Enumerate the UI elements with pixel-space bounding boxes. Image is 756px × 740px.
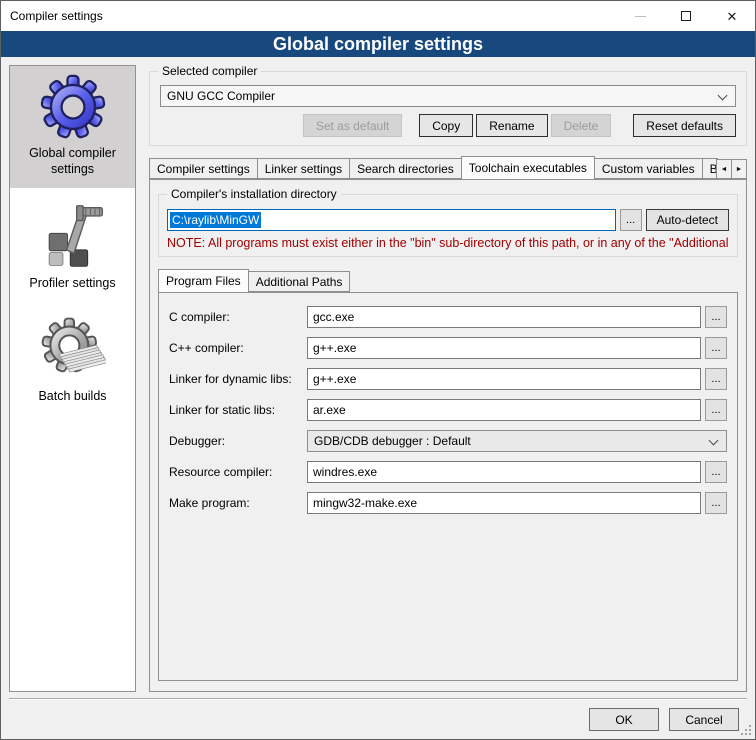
maximize-button[interactable]	[663, 1, 709, 31]
field-label: C compiler:	[169, 310, 307, 324]
chevron-down-icon	[709, 436, 719, 446]
installation-directory-row: C:\raylib\MinGW ... Auto-detect	[167, 209, 729, 231]
arrow-left-icon: ◄	[721, 166, 728, 173]
dialog-footer: OK Cancel	[1, 692, 755, 739]
program-files-page: C compiler: ... C++ compiler: ... Linker…	[158, 292, 738, 681]
compiler-combobox-value: GNU GCC Compiler	[167, 89, 275, 103]
toolchain-executables-page: Compiler's installation directory C:\ray…	[149, 179, 747, 692]
blue-gear-icon	[40, 74, 106, 140]
sidebar-item-label: Profiler settings	[29, 275, 115, 291]
debugger-combobox-value: GDB/CDB debugger : Default	[314, 434, 471, 448]
window-title: Compiler settings	[1, 9, 617, 23]
page-title: Global compiler settings	[273, 34, 483, 55]
ok-button[interactable]: OK	[589, 708, 659, 731]
caliper-icon	[40, 204, 106, 270]
close-icon: ✕	[727, 10, 738, 23]
form-row-c-compiler: C compiler: ...	[169, 306, 727, 328]
static-linker-input[interactable]	[307, 399, 701, 421]
compiler-combobox[interactable]: GNU GCC Compiler	[160, 85, 736, 107]
settings-tabstrip: Compiler settings Linker settings Search…	[149, 156, 747, 179]
c-compiler-input[interactable]	[307, 306, 701, 328]
field-label: Linker for dynamic libs:	[169, 372, 307, 386]
form-row-debugger: Debugger: GDB/CDB debugger : Default	[169, 430, 727, 452]
selected-path-text: C:\raylib\MinGW	[170, 212, 261, 228]
tab-search-directories[interactable]: Search directories	[349, 158, 462, 179]
field-label: Make program:	[169, 496, 307, 510]
reset-defaults-button[interactable]: Reset defaults	[633, 114, 736, 137]
auto-detect-button[interactable]: Auto-detect	[646, 209, 729, 231]
arrow-right-icon: ►	[736, 166, 743, 173]
field-label: C++ compiler:	[169, 341, 307, 355]
group-legend: Compiler's installation directory	[167, 187, 341, 201]
tab-scroll-right-button[interactable]: ►	[731, 159, 747, 179]
set-as-default-button: Set as default	[303, 114, 402, 137]
sidebar-item-profiler-settings[interactable]: Profiler settings	[10, 196, 135, 301]
settings-sidebar: Global compiler settings Profiler settin…	[9, 65, 136, 692]
browse-make-program-button[interactable]: ...	[705, 492, 727, 514]
tab-linker-settings[interactable]: Linker settings	[257, 158, 350, 179]
resize-grip[interactable]	[741, 725, 751, 735]
minimize-icon	[635, 16, 646, 17]
group-legend: Selected compiler	[158, 64, 261, 78]
installation-directory-input[interactable]: C:\raylib\MinGW	[167, 209, 616, 231]
form-row-cpp-compiler: C++ compiler: ...	[169, 337, 727, 359]
selected-compiler-group: Selected compiler GNU GCC Compiler Set a…	[149, 71, 747, 146]
cancel-button[interactable]: Cancel	[669, 708, 739, 731]
sidebar-item-label: Global compiler settings	[13, 145, 132, 178]
dialog-body: Global compiler settings Profiler settin…	[1, 57, 755, 692]
copy-button[interactable]: Copy	[419, 114, 473, 137]
sidebar-item-batch-builds[interactable]: Batch builds	[10, 309, 135, 414]
tab-toolchain-executables[interactable]: Toolchain executables	[461, 156, 595, 179]
window-controls: ✕	[617, 1, 755, 31]
field-label: Debugger:	[169, 434, 307, 448]
delete-button: Delete	[551, 114, 612, 137]
tab-program-files[interactable]: Program Files	[158, 269, 249, 292]
close-button[interactable]: ✕	[709, 1, 755, 31]
compiler-buttons-row: Set as default Copy Rename Delete Reset …	[160, 114, 736, 137]
browse-dynamic-linker-button[interactable]: ...	[705, 368, 727, 390]
browse-resource-compiler-button[interactable]: ...	[705, 461, 727, 483]
compiler-settings-dialog: Compiler settings ✕ Global compiler sett…	[0, 0, 756, 740]
maximize-icon	[681, 11, 691, 21]
tab-compiler-settings[interactable]: Compiler settings	[149, 158, 258, 179]
title-bar: Compiler settings ✕	[1, 1, 755, 31]
browse-static-linker-button[interactable]: ...	[705, 399, 727, 421]
chevron-down-icon	[718, 91, 728, 101]
field-label: Resource compiler:	[169, 465, 307, 479]
tab-scroll-left-button[interactable]: ◄	[716, 159, 732, 179]
browse-cpp-compiler-button[interactable]: ...	[705, 337, 727, 359]
sidebar-item-label: Batch builds	[38, 388, 106, 404]
form-row-dynamic-linker: Linker for dynamic libs: ...	[169, 368, 727, 390]
note-text: NOTE: All programs must exist either in …	[167, 236, 729, 250]
programs-notebook: Program Files Additional Paths C compile…	[158, 269, 738, 681]
resource-compiler-input[interactable]	[307, 461, 701, 483]
browse-directory-button[interactable]: ...	[620, 209, 642, 231]
field-label: Linker for static libs:	[169, 403, 307, 417]
make-program-input[interactable]	[307, 492, 701, 514]
form-row-static-linker: Linker for static libs: ...	[169, 399, 727, 421]
debugger-combobox[interactable]: GDB/CDB debugger : Default	[307, 430, 727, 452]
programs-tabstrip: Program Files Additional Paths	[158, 269, 738, 292]
cpp-compiler-input[interactable]	[307, 337, 701, 359]
form-row-resource-compiler: Resource compiler: ...	[169, 461, 727, 483]
footer-buttons: OK Cancel	[1, 700, 755, 731]
minimize-button[interactable]	[617, 1, 663, 31]
dialog-header: Global compiler settings	[1, 31, 755, 57]
tab-additional-paths[interactable]: Additional Paths	[248, 271, 351, 292]
dynamic-linker-input[interactable]	[307, 368, 701, 390]
main-panel: Selected compiler GNU GCC Compiler Set a…	[149, 65, 747, 692]
sidebar-item-global-compiler-settings[interactable]: Global compiler settings	[10, 66, 135, 188]
form-row-make-program: Make program: ...	[169, 492, 727, 514]
gray-gear-stack-icon	[40, 317, 106, 383]
browse-c-compiler-button[interactable]: ...	[705, 306, 727, 328]
rename-button[interactable]: Rename	[476, 114, 547, 137]
installation-directory-group: Compiler's installation directory C:\ray…	[158, 194, 738, 257]
tab-custom-variables[interactable]: Custom variables	[594, 158, 703, 179]
